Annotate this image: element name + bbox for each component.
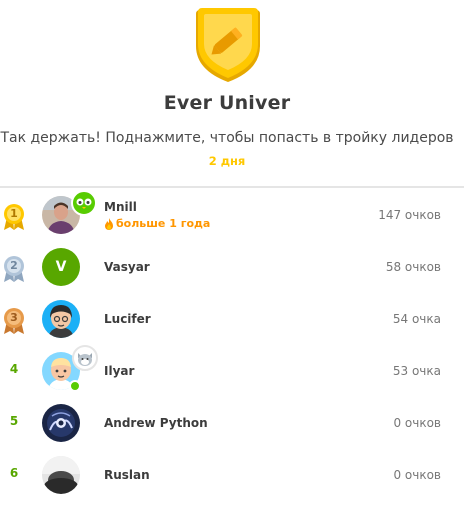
leaderboard-row[interactable]: 1 Mnill больше 1 года 147 очков xyxy=(0,189,464,241)
league-header: Ever Univer Так держать! Поднажмите, что… xyxy=(0,0,464,188)
bronze-medal-icon: 3 xyxy=(1,307,27,335)
xp-value: 147 очков xyxy=(378,208,441,222)
silver-medal-icon: 2 xyxy=(1,255,27,283)
xp-value: 54 очка xyxy=(392,312,441,326)
online-status-indicator xyxy=(69,380,81,392)
user-name: Ilyar xyxy=(104,364,135,378)
leaderboard-row[interactable]: 4 Ilyar 53 очка xyxy=(0,345,464,397)
rank-cell: 2 xyxy=(0,241,30,293)
leaderboard-row[interactable]: 3 Lucifer 54 очка xyxy=(0,293,464,345)
rank-cell: 5 xyxy=(0,397,30,449)
user-name: Mnill xyxy=(104,200,137,214)
rank-number: 6 xyxy=(9,466,19,480)
leaderboard-row[interactable]: 5 Andrew Python 0 очков xyxy=(0,397,464,449)
rank-number: 2 xyxy=(10,259,18,272)
rank-number: 3 xyxy=(10,311,18,324)
xp-value: 0 очков xyxy=(393,416,441,430)
rank-cell: 4 xyxy=(0,345,30,397)
rank-cell: 1 xyxy=(0,189,30,241)
xp-value: 53 очка xyxy=(392,364,441,378)
rank-cell: 6 xyxy=(0,449,30,501)
user-name: Andrew Python xyxy=(104,416,208,430)
xp-value: 0 очков xyxy=(393,468,441,482)
avatar[interactable]: V xyxy=(42,248,80,286)
leaderboard-row[interactable]: 2 V Vasyar 58 очков xyxy=(0,241,464,293)
league-title: Ever Univer xyxy=(163,92,291,114)
gold-medal-icon: 1 xyxy=(1,203,27,231)
days-left-label: 2 дня xyxy=(208,154,246,168)
league-shield-icon xyxy=(196,8,260,82)
avatar[interactable] xyxy=(42,456,80,494)
pet-badge-icon xyxy=(71,190,97,216)
avatar[interactable] xyxy=(42,300,80,338)
rank-number: 1 xyxy=(10,207,18,220)
user-name: Ruslan xyxy=(104,468,150,482)
leaderboard-row[interactable]: 6 Ruslan 0 очков xyxy=(0,449,464,501)
xp-value: 58 очков xyxy=(385,260,441,274)
rank-number: 4 xyxy=(9,362,19,376)
streak-text: больше 1 года xyxy=(116,217,211,230)
avatar[interactable] xyxy=(42,404,80,442)
cat-badge-icon xyxy=(72,345,98,371)
rank-cell: 3 xyxy=(0,293,30,345)
user-name: Lucifer xyxy=(104,312,151,326)
user-name: Vasyar xyxy=(104,260,150,274)
header-divider xyxy=(0,186,464,188)
flame-icon xyxy=(105,217,113,230)
rank-number: 5 xyxy=(9,414,19,428)
streak-label: больше 1 года xyxy=(104,217,210,230)
league-subtitle: Так держать! Поднажмите, чтобы попасть в… xyxy=(0,130,454,146)
